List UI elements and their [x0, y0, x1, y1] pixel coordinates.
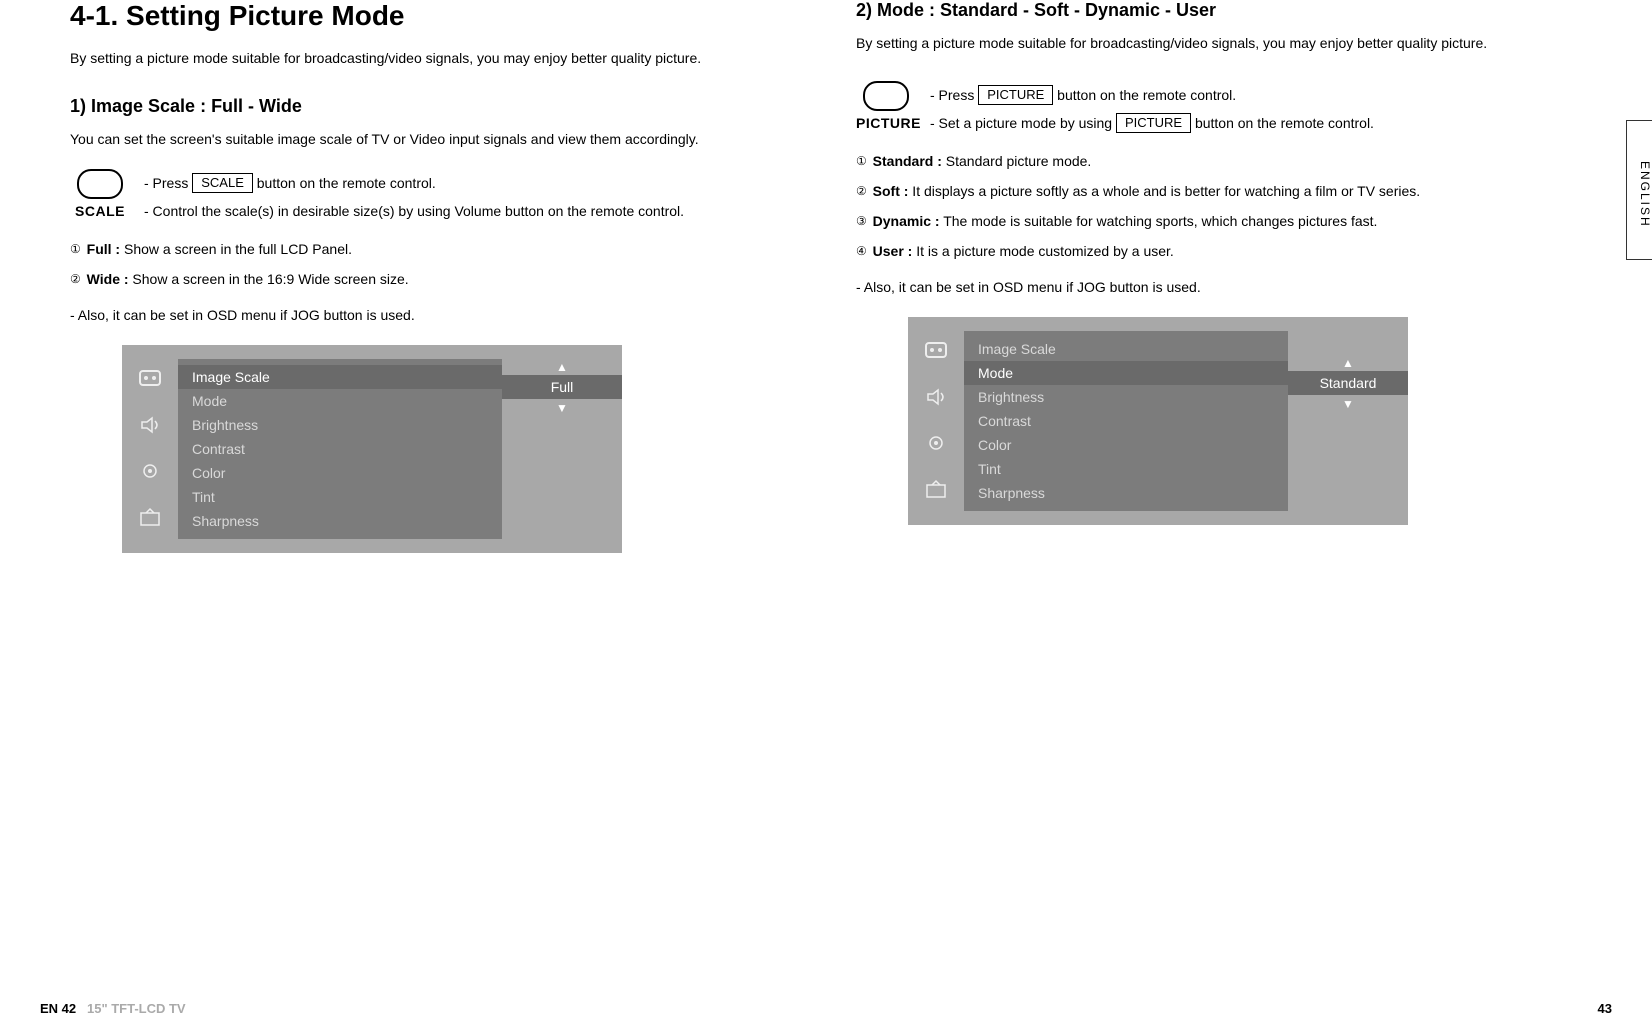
instruction-lines: - Press SCALE button on the remote contr…	[144, 169, 796, 225]
picture-icon	[136, 367, 164, 391]
item-desc: It displays a picture softly as a whole …	[908, 183, 1420, 199]
remote-button-icon	[77, 169, 123, 199]
press-suffix: button on the remote control.	[253, 175, 436, 191]
intro-text: By setting a picture mode suitable for b…	[856, 29, 1582, 57]
osd-value-column: ▲ Full ▼	[502, 359, 622, 539]
button-badge: PICTURE	[978, 85, 1053, 105]
press-prefix: - Press	[144, 175, 192, 191]
list-item: ① Full : Show a screen in the full LCD P…	[70, 235, 796, 263]
sound-icon	[922, 385, 950, 409]
left-page: 4-1. Setting Picture Mode By setting a p…	[40, 0, 826, 553]
osd-menu-item: Image Scale	[178, 365, 502, 389]
osd-menu-item: Mode	[964, 361, 1288, 385]
press-prefix: - Set a picture mode by using	[930, 115, 1116, 131]
press-suffix: button on the remote control.	[1053, 87, 1236, 103]
item-label: Wide :	[83, 271, 129, 287]
section-title: 4-1. Setting Picture Mode	[70, 0, 796, 32]
subsection-desc: You can set the screen's suitable image …	[70, 125, 796, 153]
osd-menu-item: Brightness	[178, 413, 502, 437]
remote-button-label: SCALE	[70, 203, 130, 219]
osd-menu-item: Image Scale	[964, 337, 1288, 361]
subsection-title: 2) Mode : Standard - Soft - Dynamic - Us…	[856, 0, 1582, 21]
osd-menu-item: Color	[964, 433, 1288, 457]
footer-model: 15" TFT-LCD TV	[87, 1001, 186, 1016]
list-item: ① Standard : Standard picture mode.	[856, 147, 1582, 175]
remote-button-icon	[863, 81, 909, 111]
osd-menu: Image ScaleModeBrightnessContrastColorTi…	[964, 331, 1288, 511]
osd-screenshot: Image ScaleModeBrightnessContrastColorTi…	[122, 345, 622, 553]
item-label: Soft :	[869, 183, 909, 199]
item-desc: Standard picture mode.	[942, 153, 1091, 169]
down-arrow-icon: ▼	[1288, 397, 1408, 411]
item-number: ④	[856, 244, 867, 258]
list-item: ② Soft : It displays a picture softly as…	[856, 177, 1582, 205]
osd-menu-item: Color	[178, 461, 502, 485]
setup-icon	[136, 459, 164, 483]
item-desc: It is a picture mode customized by a use…	[912, 243, 1173, 259]
up-arrow-icon: ▲	[502, 360, 622, 374]
osd-menu-item: Sharpness	[964, 481, 1288, 505]
page-footer: EN 42 15" TFT-LCD TV 43	[40, 1001, 1612, 1016]
osd-menu-item: Contrast	[964, 409, 1288, 433]
press-line-2: - Control the scale(s) in desirable size…	[144, 197, 796, 225]
osd-screenshot: Image ScaleModeBrightnessContrastColorTi…	[908, 317, 1408, 525]
osd-icon-column	[908, 331, 964, 511]
item-desc: Show a screen in the full LCD Panel.	[120, 241, 352, 257]
item-number: ③	[856, 214, 867, 228]
item-desc: Show a screen in the 16:9 Wide screen si…	[129, 271, 409, 287]
option-list: ① Full : Show a screen in the full LCD P…	[70, 235, 796, 293]
item-desc: The mode is suitable for watching sports…	[940, 213, 1378, 229]
remote-button-illustration: PICTURE	[856, 81, 916, 131]
remote-button-label: PICTURE	[856, 115, 916, 131]
down-arrow-icon: ▼	[502, 401, 622, 415]
setup-icon	[922, 431, 950, 455]
press-prefix: - Press	[930, 87, 978, 103]
list-item: ③ Dynamic : The mode is suitable for wat…	[856, 207, 1582, 235]
item-label: Standard :	[869, 153, 942, 169]
osd-selected-value: Full	[502, 375, 622, 399]
osd-value-column: ▲ Standard ▼	[1288, 331, 1408, 511]
remote-button-illustration: SCALE	[70, 169, 130, 219]
osd-selected-value: Standard	[1288, 371, 1408, 395]
up-arrow-icon: ▲	[1288, 356, 1408, 370]
channel-icon	[922, 477, 950, 501]
item-label: User :	[869, 243, 913, 259]
button-badge: SCALE	[192, 173, 253, 193]
osd-menu-item: Brightness	[964, 385, 1288, 409]
intro-text: By setting a picture mode suitable for b…	[70, 44, 796, 72]
osd-menu-item: Tint	[178, 485, 502, 509]
subsection-title: 1) Image Scale : Full - Wide	[70, 96, 796, 117]
instruction-lines: - Press PICTURE button on the remote con…	[930, 81, 1582, 137]
language-tab: ENGLISH	[1626, 120, 1652, 260]
press-suffix: button on the remote control.	[1191, 115, 1374, 131]
list-item: ② Wide : Show a screen in the 16:9 Wide …	[70, 265, 796, 293]
item-label: Full :	[83, 241, 120, 257]
osd-menu-item: Tint	[964, 457, 1288, 481]
list-item: ④ User : It is a picture mode customized…	[856, 237, 1582, 265]
sound-icon	[136, 413, 164, 437]
also-note: - Also, it can be set in OSD menu if JOG…	[70, 301, 796, 329]
item-label: Dynamic :	[869, 213, 940, 229]
right-page: 2) Mode : Standard - Soft - Dynamic - Us…	[826, 0, 1612, 553]
button-badge: PICTURE	[1116, 113, 1191, 133]
item-number: ①	[70, 242, 81, 256]
osd-menu-item: Mode	[178, 389, 502, 413]
item-number: ①	[856, 154, 867, 168]
picture-icon	[922, 339, 950, 363]
osd-menu-item: Sharpness	[178, 509, 502, 533]
item-number: ②	[856, 184, 867, 198]
option-list: ① Standard : Standard picture mode.② Sof…	[856, 147, 1582, 265]
footer-page-number: 43	[1598, 1001, 1612, 1016]
channel-icon	[136, 505, 164, 529]
osd-menu: Image ScaleModeBrightnessContrastColorTi…	[178, 359, 502, 539]
item-number: ②	[70, 272, 81, 286]
osd-icon-column	[122, 359, 178, 539]
also-note: - Also, it can be set in OSD menu if JOG…	[856, 273, 1582, 301]
footer-left-code: EN 42	[40, 1001, 76, 1016]
osd-menu-item: Contrast	[178, 437, 502, 461]
